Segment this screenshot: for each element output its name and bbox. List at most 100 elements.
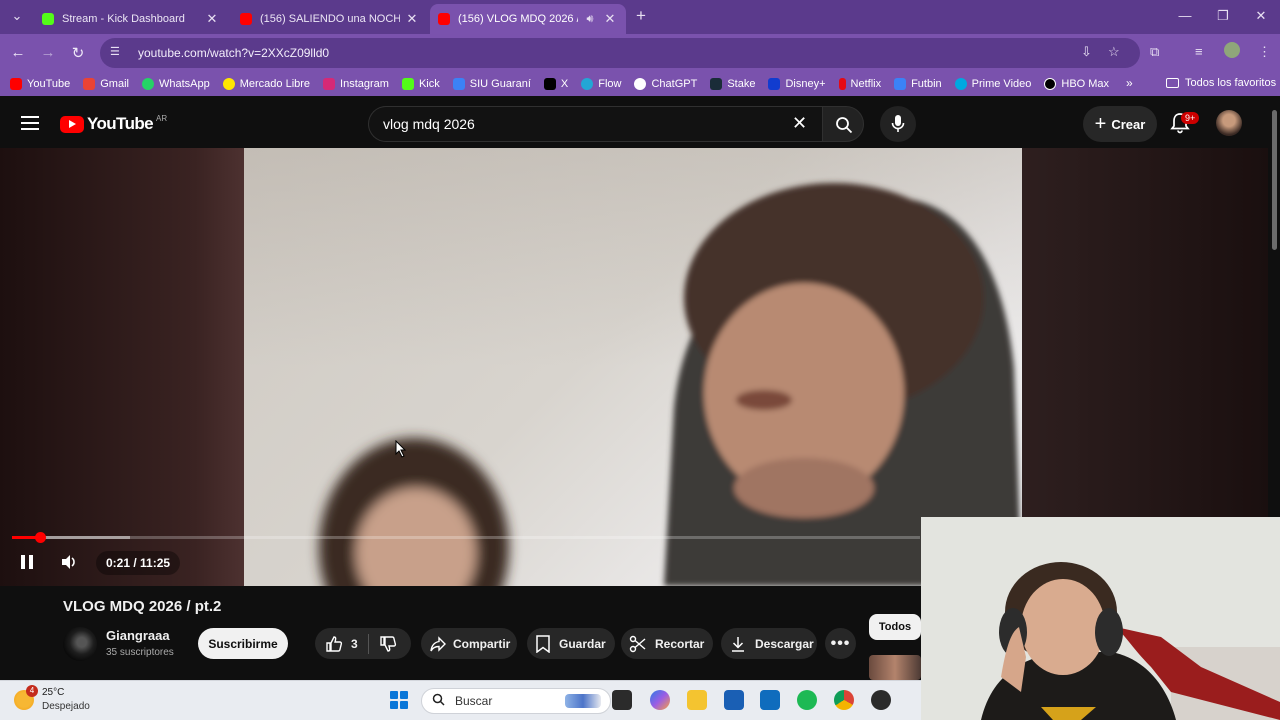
more-bookmarks-icon[interactable]: » [1126, 76, 1133, 90]
bookmark-whatsapp[interactable]: WhatsApp [141, 78, 210, 90]
bookmark-label: X [560, 78, 569, 90]
kick-favicon-icon [42, 13, 54, 25]
media-controls-icon[interactable]: ≡ [1195, 44, 1203, 59]
copilot-icon[interactable] [650, 690, 670, 710]
bookmark-label: Netflix [850, 78, 882, 90]
bookmark-siu-guarani[interactable]: SIU Guaraní [452, 78, 531, 90]
webcam-overlay [921, 517, 1280, 720]
save-button[interactable]: Guardar [527, 628, 615, 659]
account-avatar[interactable] [1216, 110, 1242, 136]
weather-description[interactable]: Despejado [42, 701, 90, 712]
volume-button[interactable] [60, 553, 78, 576]
install-app-icon[interactable]: ⇩ [1081, 44, 1092, 60]
bookmark-gmail[interactable]: Gmail [83, 78, 129, 90]
share-button[interactable]: Compartir [421, 628, 517, 659]
close-window-icon[interactable]: ✕ [1246, 8, 1276, 24]
youtube-logo[interactable]: YouTube AR [60, 114, 167, 134]
bookmark-netflix[interactable]: Netflix [838, 78, 882, 90]
forward-icon[interactable]: → [38, 44, 58, 61]
bookmark-stake[interactable]: Stake [710, 78, 755, 90]
tab-title: (156) SALIENDO una NOCHE de [260, 13, 400, 25]
bookmark-x[interactable]: X [543, 78, 569, 90]
scrollbar-thumb[interactable] [1272, 110, 1277, 250]
search-button[interactable] [822, 106, 864, 142]
close-tab-icon[interactable]: ✕ [404, 11, 420, 27]
bookmark-hbo-max[interactable]: HBO Max [1044, 78, 1109, 90]
close-tab-icon[interactable]: ✕ [204, 11, 220, 27]
bookmark-flow[interactable]: Flow [581, 78, 621, 90]
chrome-icon[interactable] [834, 690, 854, 710]
voice-search-button[interactable] [880, 106, 916, 142]
pause-button[interactable] [20, 554, 34, 575]
create-button[interactable]: + Crear [1083, 106, 1157, 142]
search-input[interactable]: vlog mdq 2026 [368, 106, 822, 142]
scissors-icon [629, 635, 646, 652]
youtube-header: YouTube AR vlog mdq 2026 ✕ + Crear [0, 100, 1268, 148]
youtube-logo-text: YouTube [87, 114, 154, 133]
browser-menu-icon[interactable]: ⋮ [1258, 44, 1271, 60]
like-button[interactable]: 3 [315, 635, 358, 653]
bookmark-mercado-libre[interactable]: Mercado Libre [222, 78, 310, 90]
country-code: AR [156, 113, 168, 123]
bookmark-icon [536, 634, 550, 653]
bookmark-futbin[interactable]: Futbin [894, 78, 942, 90]
channel-name[interactable]: Giangraaa [106, 628, 170, 643]
download-icon [732, 636, 744, 652]
subscribe-button[interactable]: Suscribirme [198, 628, 288, 659]
tab-vlog-mdq[interactable]: (156) VLOG MDQ 2026 / pt. 🔊︎ ✕ [430, 4, 626, 34]
all-bookmarks-folder[interactable]: Todos los favoritos [1166, 77, 1276, 89]
close-tab-icon[interactable]: ✕ [602, 11, 618, 27]
profile-avatar-icon[interactable] [1224, 42, 1240, 58]
channel-avatar[interactable] [63, 627, 97, 661]
tab-search-icon[interactable]: ⌄ [2, 8, 32, 24]
youtube-play-icon [60, 115, 84, 133]
scrubber-handle[interactable] [35, 532, 46, 543]
subscriber-count: 35 suscriptores [106, 647, 174, 658]
search-query-text: vlog mdq 2026 [383, 116, 475, 132]
video-frame[interactable] [244, 148, 1022, 586]
instagram-icon [323, 78, 336, 90]
bookmark-star-icon[interactable]: ☆ [1108, 44, 1120, 60]
tab-saliendo[interactable]: (156) SALIENDO una NOCHE de ✕ [232, 4, 428, 34]
bookmark-prime-video[interactable]: Prime Video [954, 78, 1031, 90]
dislike-button[interactable] [379, 635, 397, 653]
bookmark-kick[interactable]: Kick [401, 78, 440, 90]
windows-start-icon[interactable] [390, 691, 408, 709]
minimize-icon[interactable]: — [1170, 8, 1200, 23]
menu-icon[interactable] [21, 116, 39, 130]
site-info-icon[interactable]: ☰ [110, 45, 126, 61]
bookmark-instagram[interactable]: Instagram [323, 78, 389, 90]
reload-icon[interactable]: ↻ [68, 44, 88, 62]
youtube-favicon-icon [438, 13, 450, 25]
volume-icon [62, 555, 75, 569]
steam-icon[interactable] [871, 690, 891, 710]
weather-temperature[interactable]: 25°C [42, 687, 64, 698]
clear-search-icon[interactable]: ✕ [792, 114, 807, 132]
outlook-icon[interactable] [760, 690, 780, 710]
bookmark-disney[interactable]: Disney+ [768, 78, 826, 90]
tab-kick-dashboard[interactable]: Stream - Kick Dashboard ✕ [34, 4, 228, 34]
more-actions-button[interactable]: ••• [825, 628, 856, 659]
extensions-icon[interactable]: ⧉ [1150, 44, 1159, 60]
clip-button[interactable]: Recortar [621, 628, 713, 659]
microsoft-store-icon[interactable] [724, 690, 744, 710]
new-tab-icon[interactable]: + [626, 6, 656, 26]
back-icon[interactable]: ← [8, 44, 28, 61]
task-view-icon[interactable] [612, 690, 632, 710]
file-explorer-icon[interactable] [687, 690, 707, 710]
spotify-icon[interactable] [797, 690, 817, 710]
pause-icon [21, 555, 33, 569]
download-button[interactable]: Descargar [721, 628, 817, 659]
recommended-video-thumbnail[interactable] [869, 655, 921, 680]
bookmark-youtube[interactable]: YouTube [10, 78, 70, 90]
restore-icon[interactable]: ❐ [1208, 8, 1238, 24]
bookmark-label: ChatGPT [651, 78, 698, 90]
progress-bar[interactable] [12, 536, 920, 539]
save-label: Guardar [559, 636, 606, 651]
audio-playing-icon[interactable]: 🔊︎ [582, 13, 598, 26]
address-bar[interactable]: ☰ youtube.com/watch?v=2XXcZ09lld0 [100, 38, 1140, 68]
all-bookmarks-label: Todos los favoritos [1185, 77, 1277, 89]
chatgpt-icon [634, 78, 647, 90]
bookmark-chatgpt[interactable]: ChatGPT [634, 78, 697, 90]
filter-chip-all[interactable]: Todos [869, 614, 921, 640]
